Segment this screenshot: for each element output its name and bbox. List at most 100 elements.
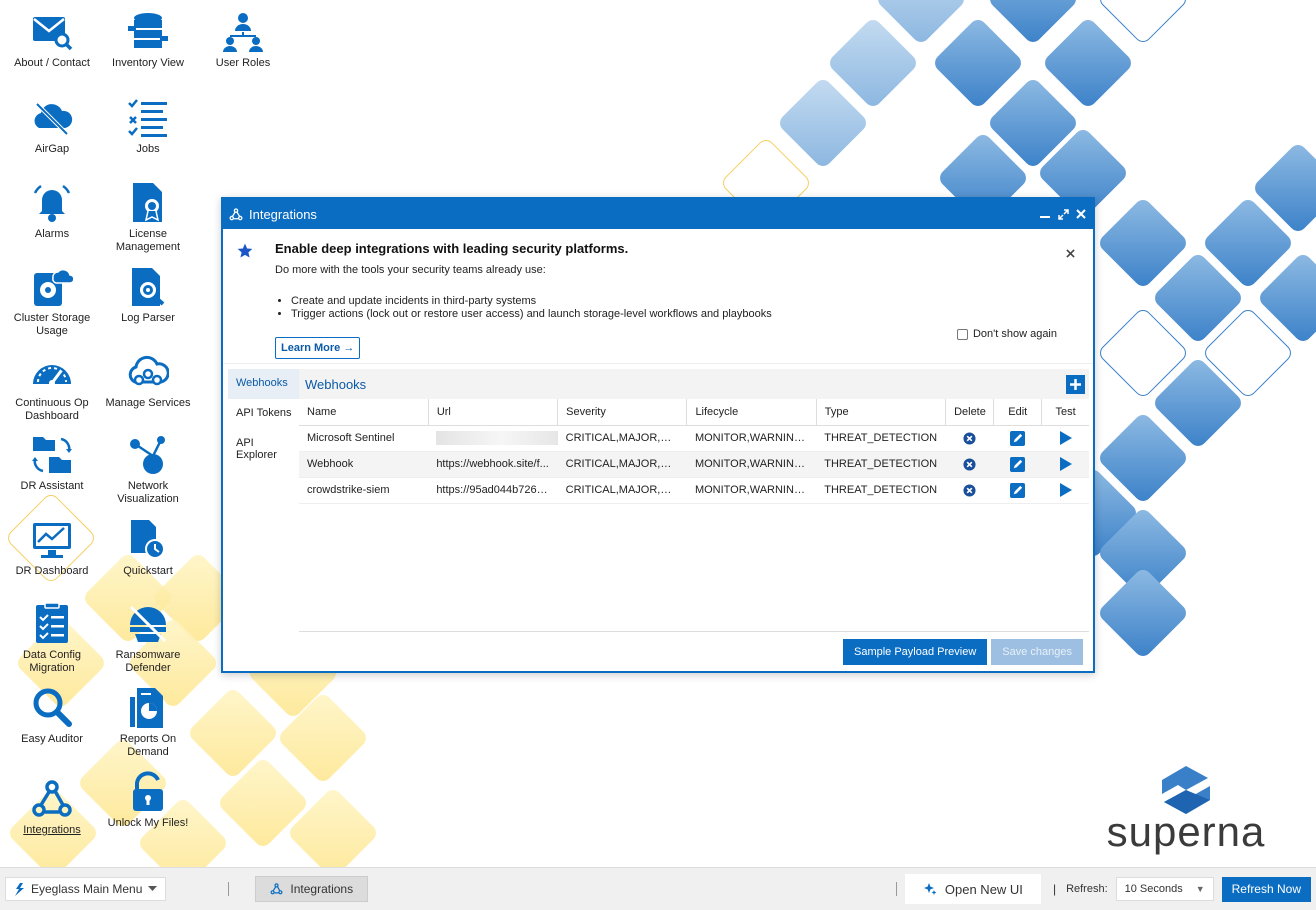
refresh-interval-value: 10 Seconds <box>1124 883 1183 895</box>
taskbar-divider <box>895 882 897 896</box>
desktop-icon-quickstart[interactable]: Quickstart <box>100 518 196 578</box>
superna-wordmark: superna <box>1106 808 1266 855</box>
checklist-icon <box>126 96 170 140</box>
log-search-icon <box>126 265 170 309</box>
desktop-icon-data-config-migration[interactable]: Data Config Migration <box>4 602 100 675</box>
ransomware-shield-icon <box>126 602 170 646</box>
desktop-icon-cluster-storage-usage[interactable]: Cluster Storage Usage <box>4 265 100 338</box>
table-header-row: Name Url Severity Lifecycle Type Delete … <box>299 399 1089 426</box>
learn-more-button[interactable]: Learn More → <box>275 337 361 359</box>
column-header-edit: Edit <box>993 399 1043 426</box>
window-titlebar[interactable]: Integrations <box>223 199 1093 229</box>
desktop-icon-user-roles[interactable]: User Roles <box>195 10 291 70</box>
cell-lifecycle: MONITOR,WARNING,D... <box>686 451 817 478</box>
banner-close-icon[interactable] <box>1066 245 1075 261</box>
table-row[interactable]: Microsoft Sentinel CRITICAL,MAJOR,WAR...… <box>299 425 1089 452</box>
cell-lifecycle: MONITOR,WARNING,L... <box>686 477 817 504</box>
desktop-icon-label: Ransomware Defender <box>115 649 181 674</box>
desktop-icon-integrations[interactable]: Integrations <box>4 777 100 837</box>
desktop-icon-easy-auditor[interactable]: Easy Auditor <box>4 686 100 746</box>
delete-icon[interactable] <box>963 483 976 497</box>
desktop-icon-label: License Management <box>115 228 181 253</box>
cell-lifecycle: MONITOR,WARNING,D... <box>686 425 817 452</box>
sample-payload-preview-button[interactable]: Sample Payload Preview <box>842 638 988 665</box>
plus-icon <box>1070 378 1081 390</box>
desktop-icon-label: Easy Auditor <box>21 733 83 745</box>
close-icon[interactable] <box>1075 208 1087 220</box>
open-new-ui-button[interactable]: Open New UI <box>904 874 1041 904</box>
edit-icon[interactable] <box>1010 482 1026 498</box>
refresh-now-button[interactable]: Refresh Now <box>1221 876 1311 902</box>
play-icon[interactable] <box>1059 483 1072 497</box>
webhooks-panel: Webhooks Name Url Severity Lifecycle Typ… <box>299 369 1089 631</box>
desktop-icon-dr-assistant[interactable]: DR Assistant <box>4 433 100 493</box>
play-icon[interactable] <box>1059 431 1072 445</box>
desktop-icon-label: Continuous Op Dashboard <box>15 397 89 422</box>
desktop-icon-continuous-op-dashboard[interactable]: Continuous Op Dashboard <box>4 350 100 423</box>
desktop-icon-manage-services[interactable]: Manage Services <box>100 350 196 410</box>
column-header-lifecycle[interactable]: Lifecycle <box>686 399 817 426</box>
desktop-icon-log-parser[interactable]: Log Parser <box>100 265 196 325</box>
edit-icon[interactable] <box>1010 430 1026 446</box>
chevron-down-icon: ▼ <box>1195 884 1205 894</box>
maximize-icon[interactable] <box>1057 208 1069 220</box>
delete-icon[interactable] <box>963 431 976 445</box>
banner-bullet: Trigger actions (lock out or restore use… <box>291 308 1093 321</box>
table-row[interactable]: crowdstrike-siem https://95ad044b726d...… <box>299 477 1089 504</box>
desktop-icon-label: Alarms <box>34 228 70 240</box>
taskbar-item-integrations[interactable]: Integrations <box>255 876 369 902</box>
cloud-network-icon <box>126 350 170 394</box>
main-menu-button[interactable]: Eyeglass Main Menu <box>5 877 167 901</box>
desktop-icon-license-management[interactable]: License Management <box>100 181 196 254</box>
sidebar-item-api-explorer[interactable]: API Explorer <box>228 429 300 461</box>
cell-url: https://webhook.site/f... <box>428 451 558 478</box>
column-header-name[interactable]: Name <box>299 399 429 426</box>
integrations-sidebar: Webhooks API Tokens API Explorer <box>228 369 300 461</box>
table-row[interactable]: Webhook https://webhook.site/f... CRITIC… <box>299 451 1089 478</box>
star-icon <box>237 243 253 264</box>
sidebar-item-api-tokens[interactable]: API Tokens <box>228 399 300 429</box>
dont-show-again-checkbox[interactable] <box>956 328 968 340</box>
refresh-label: Refresh: <box>1066 883 1108 895</box>
cloud-off-icon <box>30 96 74 140</box>
monitor-chart-icon <box>30 518 74 562</box>
add-webhook-button[interactable] <box>1066 374 1085 394</box>
column-header-test: Test <box>1041 399 1089 426</box>
cell-severity: CRITICAL,MAJOR,WAR... <box>557 477 687 504</box>
cell-url <box>428 425 558 452</box>
webhook-icon <box>229 207 243 221</box>
desktop-icon-network-visualization[interactable]: Network Visualization <box>100 433 196 506</box>
banner-subtitle: Do more with the tools your security tea… <box>275 264 546 276</box>
save-changes-button[interactable]: Save changes <box>991 638 1083 665</box>
desktop-icon-inventory-view[interactable]: Inventory View <box>100 10 196 70</box>
webhooks-table: Name Url Severity Lifecycle Type Delete … <box>299 399 1089 504</box>
superna-logo: superna <box>1106 766 1266 854</box>
sidebar-item-webhooks[interactable]: Webhooks <box>228 369 300 399</box>
column-header-severity[interactable]: Severity <box>557 399 688 426</box>
desktop-icon-airgap[interactable]: AirGap <box>4 96 100 156</box>
magnifier-icon <box>30 686 74 730</box>
desktop-icon-unlock-my-files[interactable]: Unlock My Files! <box>100 770 196 830</box>
desktop-icon-about-contact[interactable]: About / Contact <box>4 10 100 70</box>
taskbar-pipe: | <box>1052 882 1057 896</box>
desktop-icon-alarms[interactable]: Alarms <box>4 181 100 241</box>
desktop-icon-label: Cluster Storage Usage <box>13 312 91 337</box>
refresh-interval-select[interactable]: 10 Seconds ▼ <box>1115 877 1214 901</box>
column-header-type[interactable]: Type <box>816 399 947 426</box>
delete-icon[interactable] <box>963 457 976 471</box>
desktop-icon-reports-on-demand[interactable]: Reports On Demand <box>100 686 196 759</box>
edit-icon[interactable] <box>1010 456 1026 472</box>
desktop-icon-label: DR Assistant <box>20 480 84 492</box>
column-header-url[interactable]: Url <box>428 399 559 426</box>
play-icon[interactable] <box>1059 457 1072 471</box>
desktop-icon-ransomware-defender[interactable]: Ransomware Defender <box>100 602 196 675</box>
banner-bullet: Create and update incidents in third-par… <box>291 295 1093 308</box>
desktop-icon-jobs[interactable]: Jobs <box>100 96 196 156</box>
promo-banner: Enable deep integrations with leading se… <box>223 229 1093 364</box>
desktop-icon-dr-dashboard[interactable]: DR Dashboard <box>4 518 100 578</box>
minimize-icon[interactable] <box>1039 208 1051 220</box>
gauge-icon <box>30 350 74 394</box>
taskbar-item-label: Integrations <box>290 882 354 896</box>
window-title: Integrations <box>249 206 317 222</box>
cell-name: crowdstrike-siem <box>299 477 429 504</box>
